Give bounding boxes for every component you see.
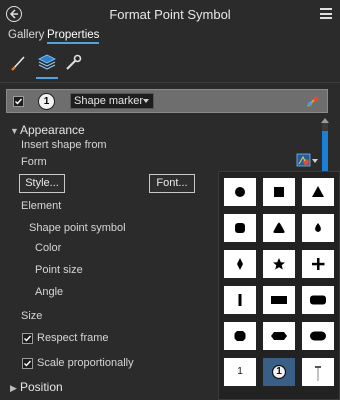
form-shape-picker-button[interactable] — [296, 152, 318, 170]
shape-rectangle[interactable] — [263, 286, 295, 314]
octagon-icon — [234, 331, 246, 341]
appearance-section-header[interactable]: ▼Appearance — [10, 123, 85, 137]
tab-properties[interactable]: Properties — [47, 29, 100, 44]
appearance-label: Appearance — [20, 123, 85, 137]
tab-gallery[interactable]: Gallery — [8, 29, 44, 41]
rounded-rectangle-icon — [310, 295, 326, 305]
pill-icon — [310, 331, 326, 341]
caret-down-icon: ▼ — [10, 126, 19, 136]
shape-numbered-badge[interactable]: 1 — [263, 358, 295, 386]
caret-right-icon: ▶ — [10, 383, 17, 393]
diamond-icon — [237, 258, 243, 270]
vertical-bar-icon — [238, 294, 242, 306]
point-size-label: Point size — [35, 264, 83, 276]
scale-proportionally-label: Scale proportionally — [37, 357, 134, 369]
triangle-icon — [312, 186, 324, 197]
size-label: Size — [21, 310, 43, 322]
teardrop-icon — [315, 223, 321, 232]
shape-hexagon[interactable] — [263, 322, 295, 350]
checkmark-icon — [24, 335, 32, 342]
subtab-symbol[interactable] — [8, 52, 30, 74]
star-icon — [273, 258, 285, 270]
marker-type-value: Shape marker — [74, 95, 144, 107]
subtab-strip — [8, 52, 88, 80]
brush-icon — [11, 56, 25, 71]
marker-type-select[interactable]: Shape marker — [70, 93, 154, 109]
shape-picker-icon — [296, 153, 311, 167]
shape-octagon[interactable] — [224, 322, 256, 350]
font-button[interactable]: Font... — [149, 174, 195, 193]
pin-icon — [315, 366, 321, 381]
shape-pin[interactable] — [302, 358, 334, 386]
form-label: Form — [21, 156, 47, 168]
rectangle-icon — [271, 296, 287, 304]
color-label: Color — [35, 242, 62, 254]
square-icon — [274, 187, 284, 197]
element-label: Element — [21, 200, 62, 212]
number-cell-text: 1 — [237, 366, 243, 377]
shape-rounded-rectangle[interactable] — [302, 286, 334, 314]
style-button[interactable]: Style... — [19, 174, 65, 193]
chevron-down-icon — [312, 159, 318, 163]
hexagon-icon — [271, 332, 287, 340]
subtab-settings[interactable] — [62, 52, 84, 74]
layers-icon — [38, 54, 56, 70]
menu-icon[interactable] — [320, 8, 332, 19]
plus-icon — [312, 258, 325, 270]
scale-proportionally-checkbox[interactable] — [22, 358, 33, 369]
window-title: Format Point Symbol — [109, 7, 231, 22]
next-section-header[interactable]: ▶ — [10, 396, 20, 400]
shape-pill[interactable] — [302, 322, 334, 350]
angle-label: Angle — [35, 286, 64, 298]
shape-circle[interactable] — [224, 178, 256, 206]
shape-plus[interactable] — [302, 250, 334, 278]
shape-vertical-bar[interactable] — [224, 286, 256, 314]
circle-icon — [235, 187, 245, 197]
respect-frame-checkbox[interactable] — [22, 333, 33, 344]
symbol-swatch-icon[interactable] — [305, 94, 321, 110]
checkmark-icon — [24, 360, 32, 367]
rounded-triangle-icon — [273, 222, 285, 233]
checkmark-icon — [15, 98, 23, 105]
shape-rounded-square[interactable] — [224, 214, 256, 242]
shape-rounded-triangle[interactable] — [263, 214, 295, 242]
title-bar: Format Point Symbol — [0, 0, 340, 28]
shape-point-symbol-label: Shape point symbol — [29, 222, 126, 234]
layer-visible-checkbox[interactable] — [13, 96, 24, 107]
shape-triangle[interactable] — [302, 178, 334, 206]
wrench-icon — [66, 54, 82, 70]
shape-teardrop[interactable] — [302, 214, 334, 242]
shape-star[interactable] — [263, 250, 295, 278]
shape-number[interactable]: 1 — [224, 358, 256, 386]
symbol-layer-row[interactable]: 1 Shape marker — [6, 89, 328, 113]
position-section-header[interactable]: ▶ Position — [10, 380, 63, 394]
shape-square[interactable] — [263, 178, 295, 206]
chevron-down-icon — [143, 99, 149, 103]
position-label: Position — [20, 380, 63, 394]
shape-gallery-popup: 1 1 — [218, 171, 340, 400]
respect-frame-label: Respect frame — [37, 332, 109, 344]
subtab-layers[interactable] — [36, 52, 58, 79]
layer-badge: 1 — [38, 93, 55, 110]
rounded-square-icon — [235, 223, 245, 233]
badge-cell-text: 1 — [276, 366, 282, 377]
insert-shape-label: Insert shape from — [21, 139, 107, 151]
divider — [0, 82, 340, 83]
shape-diamond[interactable] — [224, 250, 256, 278]
